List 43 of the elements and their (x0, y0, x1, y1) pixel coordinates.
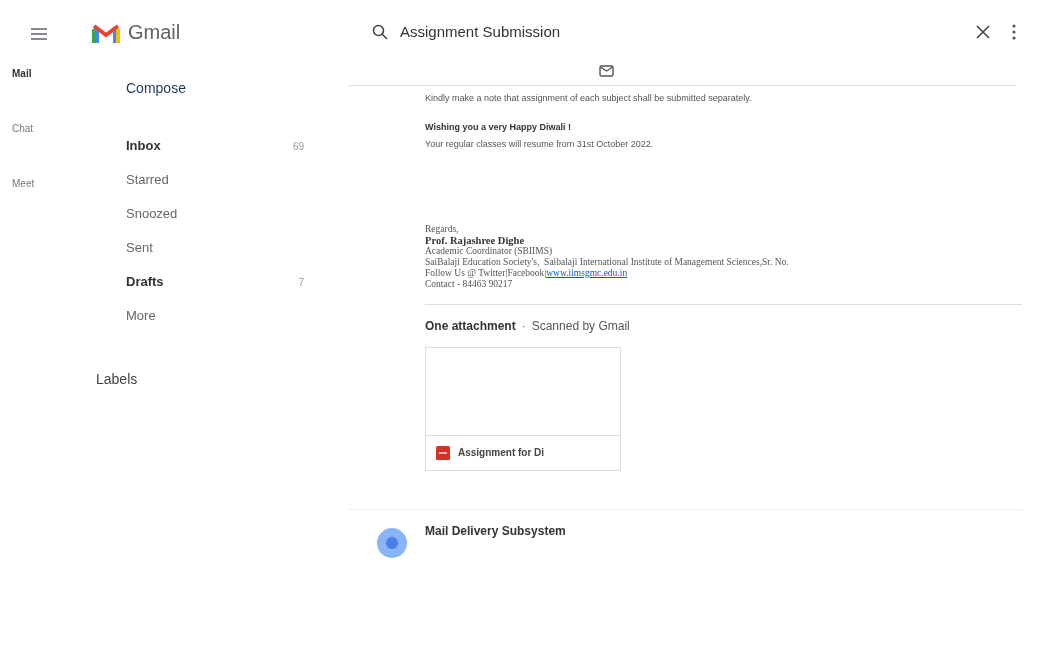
folder-count: 7 (298, 275, 304, 290)
greeting-text: Wishing you a very Happy Diwali ! (425, 120, 572, 134)
labels-heading: Labels (96, 370, 139, 389)
pdf-file-icon (436, 445, 450, 460)
sender-name: Mail Delivery Subsystem (425, 522, 567, 540)
search-icon[interactable] (372, 24, 388, 40)
attachments-heading: One attachment (425, 317, 516, 335)
app-name: Gmail (128, 20, 181, 45)
compose-button[interactable]: Compose (126, 70, 208, 107)
website-link[interactable]: www.iimsgmc.edu.in (546, 267, 628, 279)
signature-closing: Regards, (425, 223, 460, 235)
folder-label: Sent (126, 239, 153, 258)
signature-name: Prof. Rajashree Dighe (425, 234, 526, 246)
folder-label: Inbox (126, 137, 161, 156)
attachment-card[interactable]: Assignment for Di (425, 346, 621, 471)
folder-item[interactable]: Inbox 69 (78, 129, 348, 163)
follow-text: Follow Us @ Twitter|Facebook| (425, 267, 547, 279)
folder-label: Snoozed (126, 205, 178, 224)
folder-count: 69 (292, 139, 304, 154)
folder-item[interactable]: More (78, 299, 348, 333)
rail-item[interactable]: Chat (12, 121, 34, 136)
rail-item[interactable]: Mail (12, 66, 32, 81)
folder-label: More (126, 307, 156, 326)
rail-item[interactable]: Meet (12, 176, 35, 191)
message-text: Your regular classes will resume from 31st October 2022. (425, 138, 655, 151)
folder-label: Starred (126, 171, 169, 190)
mail-icon[interactable] (599, 64, 615, 77)
signature-role: Academic Coordinator (SBIIMS) (425, 245, 554, 257)
signature-contact: Contact - 84463 90217 (425, 278, 514, 290)
folder-item[interactable]: Snoozed (78, 197, 348, 231)
message-text: Kindly make a note that assignment of each subject shall be submitted separately. (425, 92, 753, 105)
attachment-name: Assignment for Di (458, 446, 545, 460)
avatar (377, 527, 407, 558)
folder-item[interactable]: Sent (78, 231, 348, 265)
search-field[interactable]: Assignment Submission (400, 20, 561, 44)
folder-item[interactable]: Drafts 7 (78, 265, 348, 299)
more-options-icon[interactable] (1012, 24, 1016, 40)
close-icon[interactable] (976, 25, 990, 39)
separator-dot: · (521, 317, 526, 335)
scan-note: Scanned by Gmail (531, 317, 630, 335)
folder-item[interactable]: Starred (78, 163, 348, 197)
folder-label: Drafts (126, 273, 164, 292)
signature-org: SaiBalaji Education Society's, Saibalaji International Institute of Management Sciences,Sr. No. (425, 256, 790, 268)
